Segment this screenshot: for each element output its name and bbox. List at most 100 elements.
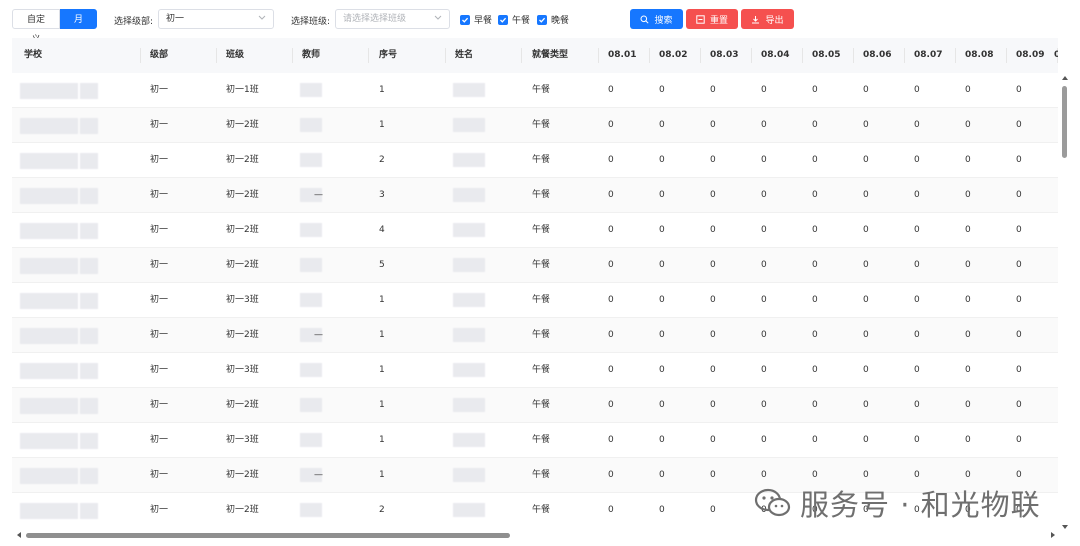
cell-class: 初一1班: [226, 85, 259, 95]
cell-day-count: 0: [710, 225, 716, 235]
table-row[interactable]: 初一 初一2班 2 午餐 0 0 0 0 0 0 0 0 0: [12, 143, 1058, 178]
table-row[interactable]: 初一 初一2班 1 午餐 0 0 0 0 0 0 0 0 0: [12, 388, 1058, 423]
header-divider: [292, 48, 293, 63]
cell-index: 1: [379, 85, 385, 95]
cell-day-count: 0: [863, 435, 869, 445]
col-day: 08.02: [659, 50, 688, 60]
cell-day-count: 0: [659, 225, 665, 235]
cell-day-count: 0: [914, 330, 920, 340]
col-meal-type: 就餐类型: [532, 50, 569, 60]
cell-grade: 初一: [150, 120, 169, 130]
cell-day-count: 0: [863, 190, 869, 200]
grade-select[interactable]: 初一: [158, 9, 274, 29]
cell-day-count: 0: [863, 260, 869, 270]
cell-day-count: 0: [761, 435, 767, 445]
redacted-teacher: [300, 293, 322, 307]
wechat-icon: [754, 488, 791, 517]
cell-grade: 初一: [150, 225, 169, 235]
header-divider: [802, 48, 803, 63]
redacted-school: [80, 398, 98, 414]
cell-class: 初一2班: [226, 190, 259, 200]
cell-grade: 初一: [150, 365, 169, 375]
checkbox-lunch[interactable]: 午餐: [498, 13, 530, 26]
checkbox-dinner[interactable]: 晚餐: [537, 13, 569, 26]
col-day: 08.05: [812, 50, 841, 60]
chevron-down-icon: [434, 15, 442, 20]
cell-grade: 初一: [150, 400, 169, 410]
table-row[interactable]: 初一 初一2班 — 1 午餐 0 0 0 0 0 0 0 0 0: [12, 318, 1058, 353]
cell-grade: 初一: [150, 435, 169, 445]
cell-day-count: 0: [608, 120, 614, 130]
redacted-school: [80, 468, 98, 484]
col-name: 姓名: [455, 50, 474, 60]
cell-day-count: 0: [710, 435, 716, 445]
col-index: 序号: [379, 50, 398, 60]
cell-day-count: 0: [863, 295, 869, 305]
table-row[interactable]: 初一 初一2班 5 午餐 0 0 0 0 0 0 0 0 0: [12, 248, 1058, 283]
cell-day-count: 0: [863, 400, 869, 410]
redacted-school: [80, 328, 98, 344]
table-row[interactable]: 初一 初一2班 4 午餐 0 0 0 0 0 0 0 0 0: [12, 213, 1058, 248]
cell-day-count: 0: [812, 225, 818, 235]
scroll-left-icon[interactable]: [16, 531, 22, 539]
table-row[interactable]: 初一 初一2班 1 午餐 0 0 0 0 0 0 0 0 0: [12, 108, 1058, 143]
reset-button[interactable]: 重置: [686, 9, 738, 29]
redacted-teacher: [300, 223, 322, 237]
cell-grade: 初一: [150, 295, 169, 305]
cell-index: 1: [379, 400, 385, 410]
header-divider: [700, 48, 701, 63]
watermark-text: 服务号 · 和光物联: [800, 488, 1041, 522]
redacted-school: [20, 433, 78, 449]
cell-day-count: 0: [761, 330, 767, 340]
redacted-school: [20, 153, 78, 169]
cell-day-count: 0: [761, 190, 767, 200]
scroll-right-icon[interactable]: [1050, 531, 1056, 539]
cell-teacher: —: [314, 330, 323, 340]
cell-index: 1: [379, 120, 385, 130]
class-select[interactable]: 请选择选择班级: [335, 9, 450, 29]
mode-option-monthly[interactable]: 月报: [60, 9, 97, 45]
search-button[interactable]: 搜索: [630, 9, 683, 29]
table-row[interactable]: 初一 初一3班 1 午餐 0 0 0 0 0 0 0 0 0: [12, 283, 1058, 318]
cell-day-count: 0: [659, 85, 665, 95]
cell-class: 初一2班: [226, 330, 259, 340]
scroll-up-icon[interactable]: [1061, 75, 1069, 81]
vertical-scrollbar-thumb[interactable]: [1062, 86, 1067, 158]
col-day: 08.09: [1016, 50, 1045, 60]
cell-class: 初一2班: [226, 505, 259, 515]
header-divider: [955, 48, 956, 63]
cell-day-count: 0: [863, 120, 869, 130]
table-row[interactable]: 初一 初一3班 1 午餐 0 0 0 0 0 0 0 0 0: [12, 423, 1058, 458]
search-icon: [640, 15, 650, 24]
grade-label: 选择级部:: [114, 17, 154, 27]
redacted-school: [20, 398, 78, 414]
col-day: 08.06: [863, 50, 892, 60]
cell-day-count: 0: [608, 295, 614, 305]
table-row[interactable]: 初一 初一1班 1 午餐 0 0 0 0 0 0 0 0 0: [12, 73, 1058, 108]
cell-meal-type: 午餐: [532, 295, 551, 305]
cell-meal-type: 午餐: [532, 85, 551, 95]
cell-class: 初一2班: [226, 400, 259, 410]
horizontal-scrollbar-thumb[interactable]: [26, 533, 510, 538]
cell-day-count: 0: [812, 400, 818, 410]
cell-day-count: 0: [914, 120, 920, 130]
table-row[interactable]: 初一 初一2班 — 3 午餐 0 0 0 0 0 0 0 0 0: [12, 178, 1058, 213]
cell-day-count: 0: [914, 260, 920, 270]
reset-button-label: 重置: [709, 15, 728, 26]
cell-grade: 初一: [150, 260, 169, 270]
redacted-school: [20, 223, 78, 239]
export-button[interactable]: 导出: [741, 9, 794, 29]
cell-day-count: 0: [965, 85, 971, 95]
table-row[interactable]: 初一 初一3班 1 午餐 0 0 0 0 0 0 0 0 0: [12, 353, 1058, 388]
mode-option-custom[interactable]: 自定义: [12, 9, 60, 45]
checkbox-breakfast[interactable]: 早餐: [460, 13, 492, 26]
cell-teacher: —: [314, 470, 323, 480]
redacted-school: [20, 293, 78, 309]
redacted-name: [453, 223, 485, 237]
cell-day-count: 0: [608, 435, 614, 445]
cell-meal-type: 午餐: [532, 505, 551, 515]
header-divider: [904, 48, 905, 63]
scroll-down-icon[interactable]: [1061, 524, 1069, 530]
cell-day-count: 0: [812, 190, 818, 200]
class-label: 选择班级:: [291, 17, 331, 27]
